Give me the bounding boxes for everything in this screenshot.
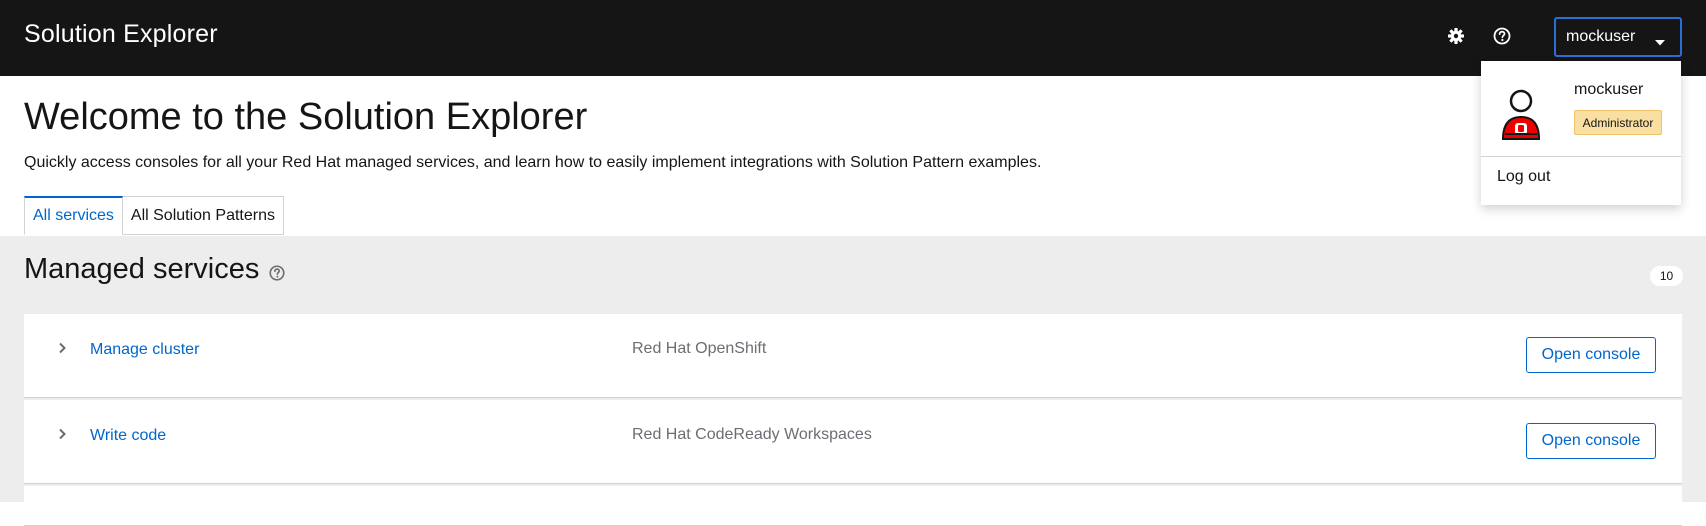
service-name-link[interactable]: Write code	[90, 427, 166, 445]
tab-bar: All services All Solution Patterns	[24, 196, 284, 235]
service-row: Manage cluster Red Hat OpenShift Open co…	[24, 314, 1682, 398]
question-circle-icon[interactable]	[1492, 26, 1512, 46]
service-row: Write code Red Hat CodeReady Workspaces …	[24, 400, 1682, 484]
gear-icon[interactable]	[1446, 26, 1466, 46]
user-toggle-label: mockuser	[1566, 28, 1636, 45]
managed-services-section: Managed services 10 Manage cluster Red H…	[0, 236, 1706, 526]
user-avatar-icon	[1497, 87, 1545, 143]
caret-down-icon	[1654, 34, 1666, 52]
brand-title[interactable]: Solution Explorer	[24, 20, 218, 49]
masthead: Solution Explorer mockuser	[0, 0, 1706, 76]
section-title: Managed services	[24, 253, 260, 285]
service-name-link[interactable]: Manage cluster	[90, 341, 199, 359]
tab-all-services[interactable]: All services	[24, 196, 123, 235]
logout-menu-item[interactable]: Log out	[1497, 168, 1550, 186]
page-description: Quickly access consoles for all your Red…	[24, 154, 1042, 171]
service-product: Red Hat CodeReady Workspaces	[632, 426, 872, 443]
question-circle-icon[interactable]	[268, 264, 286, 282]
service-product: Red Hat OpenShift	[632, 340, 767, 357]
role-badge: Administrator	[1574, 110, 1662, 135]
user-menu-toggle[interactable]: mockuser	[1554, 17, 1682, 57]
tab-all-solution-patterns[interactable]: All Solution Patterns	[122, 196, 284, 235]
chevron-right-icon[interactable]	[54, 340, 70, 356]
chevron-right-icon[interactable]	[54, 426, 70, 442]
service-count-badge: 10	[1650, 266, 1683, 286]
open-console-button[interactable]: Open console	[1526, 337, 1656, 373]
open-console-button[interactable]: Open console	[1526, 423, 1656, 459]
page-title: Welcome to the Solution Explorer	[24, 96, 588, 138]
divider	[1481, 156, 1681, 157]
dropdown-username: mockuser	[1574, 81, 1644, 98]
service-row	[24, 486, 1682, 526]
user-dropdown-menu: mockuser Administrator Log out	[1481, 61, 1681, 205]
